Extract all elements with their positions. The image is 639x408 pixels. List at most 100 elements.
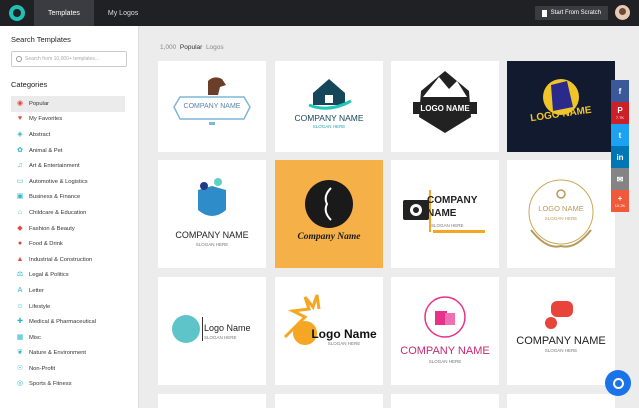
template-card-14[interactable] [275, 394, 383, 408]
food-icon: ● [17, 240, 23, 248]
sidebar-item-label: Non-Profit [29, 365, 56, 372]
template-card-1[interactable]: COMPANY NAME [158, 61, 266, 152]
linkedin-icon: in [616, 152, 624, 162]
sidebar-item-label: Animal & Pet [29, 147, 63, 154]
share-more-button[interactable]: +10.2K [611, 190, 629, 212]
search-box [11, 51, 127, 67]
count-number: 1,000 [160, 44, 177, 51]
template-card-5[interactable]: COMPANY NAME SLOGAN HERE [158, 160, 266, 268]
sidebar-item-label: My Favorites [29, 116, 63, 123]
pinterest-icon: P [617, 106, 623, 115]
logo-name: Logo Name [204, 323, 251, 333]
template-card-9[interactable]: Logo Name SLOGAN HERE [158, 277, 266, 385]
sidebar-item-label: Popular [29, 100, 49, 107]
sidebar-item-label: Art & Entertainment [29, 163, 80, 170]
sidebar-item-label: Food & Drink [29, 241, 63, 248]
logo-name: LOGO NAME [538, 204, 584, 213]
woman-silhouette-logo-graphic [305, 180, 353, 228]
sidebar-item-non-profit[interactable]: ☉ Non-Profit [11, 361, 125, 377]
share-more-count: 10.2K [614, 203, 626, 208]
sidebar-item-label: Misc [29, 334, 41, 341]
sidebar-item-food-drink[interactable]: ● Food & Drink [11, 236, 125, 252]
facebook-icon: f [618, 86, 622, 96]
sidebar-item-nature-environment[interactable]: ❦ Nature & Environment [11, 346, 125, 362]
legal-icon: ⚖ [16, 271, 24, 279]
sidebar-item-legal-politics[interactable]: ⚖ Legal & Politics [11, 268, 125, 284]
sidebar-item-label: Letter [29, 287, 44, 294]
template-card-13[interactable] [158, 394, 266, 408]
template-card-4[interactable]: LOGO NAME [507, 61, 615, 152]
sidebar-item-art-entertainment[interactable]: ♫ Art & Entertainment [11, 158, 125, 174]
template-card-10[interactable]: Logo Name SLOGAN HERE [275, 277, 383, 385]
sidebar-item-popular[interactable]: ◉ Popular [11, 96, 125, 112]
sidebar-item-business-finance[interactable]: ▣ Business & Finance [11, 190, 125, 206]
slogan: SLOGAN HERE [312, 124, 346, 129]
template-card-2[interactable]: COMPANY NAME SLOGAN HERE [275, 61, 383, 152]
sidebar-item-lifestyle[interactable]: ☺ Lifestyle [11, 299, 125, 315]
sidebar-item-letter[interactable]: A Letter [11, 283, 125, 299]
popular-icon: ◉ [16, 99, 24, 107]
share-pinterest-button[interactable]: P 7.7K [611, 102, 629, 124]
top-bar: Templates My Logos Start From Scratch [0, 0, 639, 26]
company-name: COMPANY NAME [294, 113, 364, 123]
template-card-15[interactable] [391, 394, 499, 408]
sidebar-item-misc[interactable]: ▦ Misc [11, 330, 125, 346]
twitter-icon: t [618, 130, 622, 140]
template-card-8[interactable]: LOGO NAME SLOGAN HERE [507, 160, 615, 268]
sidebar-item-fashion-beauty[interactable]: ◆ Fashion & Beauty [11, 221, 125, 237]
wreath-logo-graphic [528, 179, 594, 248]
sidebar-item-animal-pet[interactable]: ✿ Animal & Pet [11, 143, 125, 159]
logo-name: Logo Name [311, 327, 377, 341]
share-facebook-button[interactable]: f [611, 80, 629, 102]
chat-button[interactable] [605, 370, 631, 396]
shield-people-logo-graphic [198, 178, 226, 216]
sidebar-item-medical-pharmaceutical[interactable]: ✚ Medical & Pharmaceutical [11, 314, 125, 330]
sidebar-item-label: Industrial & Construction [29, 256, 93, 263]
sidebar-item-label: Abstract [29, 131, 51, 138]
medical-icon: ✚ [17, 318, 23, 326]
briefcase-icon: ▣ [16, 193, 24, 201]
sidebar-item-automotive-logistics[interactable]: ▭ Automotive & Logistics [11, 174, 125, 190]
abstract-icon: ◈ [17, 130, 23, 138]
template-card-12[interactable]: COMPANY NAME SLOGAN HERE [507, 277, 615, 385]
sidebar: Search Templates Categories ◉ Popular ♥ My… [0, 26, 139, 408]
categories-title: Categories [11, 80, 48, 89]
start-from-scratch-button[interactable]: Start From Scratch [534, 6, 608, 20]
sidebar-item-my-favorites[interactable]: ♥ My Favorites [11, 112, 125, 128]
results-count: 1,000 Popular Logos [160, 44, 224, 51]
share-twitter-button[interactable]: t [611, 124, 629, 146]
company-name: Company Name [297, 232, 361, 242]
slogan: SLOGAN HERE [431, 223, 464, 228]
search-input[interactable] [25, 56, 125, 62]
template-card-7[interactable]: COMPANY NAME SLOGAN HERE [391, 160, 499, 268]
template-card-6[interactable]: Company Name [275, 160, 383, 268]
tab-my-logos[interactable]: My Logos [94, 0, 152, 26]
sidebar-item-childcare-education[interactable]: ⌂ Childcare & Education [11, 205, 125, 221]
sidebar-item-label: Automotive & Logistics [29, 178, 88, 185]
nonprofit-icon: ☉ [16, 364, 24, 372]
sidebar-item-label: Business & Finance [29, 194, 81, 201]
avatar[interactable] [615, 5, 630, 20]
template-card-11[interactable]: COMPANY NAME SLOGAN HERE [391, 277, 499, 385]
company-name: COMPANY NAME [183, 103, 241, 110]
misc-icon: ▦ [16, 333, 24, 341]
share-linkedin-button[interactable]: in [611, 146, 629, 168]
sidebar-item-industrial-construction[interactable]: ▲ Industrial & Construction [11, 252, 125, 268]
start-from-scratch-label: Start From Scratch [550, 10, 601, 16]
sidebar-item-abstract[interactable]: ◈ Abstract [11, 127, 125, 143]
education-icon: ⌂ [17, 208, 23, 216]
slogan: SLOGAN HERE [204, 335, 237, 340]
search-templates-title: Search Templates [11, 35, 71, 44]
sports-icon: ◎ [16, 380, 24, 388]
sidebar-item-sports-fitness[interactable]: ◎ Sports & Fitness [11, 377, 125, 393]
sidebar-item-label: Lifestyle [29, 303, 51, 310]
app-logo[interactable] [9, 5, 25, 21]
share-email-button[interactable]: ✉ [611, 168, 629, 190]
sidebar-item-label: Childcare & Education [29, 209, 87, 216]
template-card-16[interactable] [507, 394, 615, 408]
template-card-3[interactable]: LOGO NAME [391, 61, 499, 152]
sidebar-item-label: Sports & Fitness [29, 381, 72, 388]
tab-templates[interactable]: Templates [34, 0, 94, 26]
slogan: SLOGAN HERE [428, 359, 462, 364]
lifestyle-icon: ☺ [16, 302, 24, 310]
